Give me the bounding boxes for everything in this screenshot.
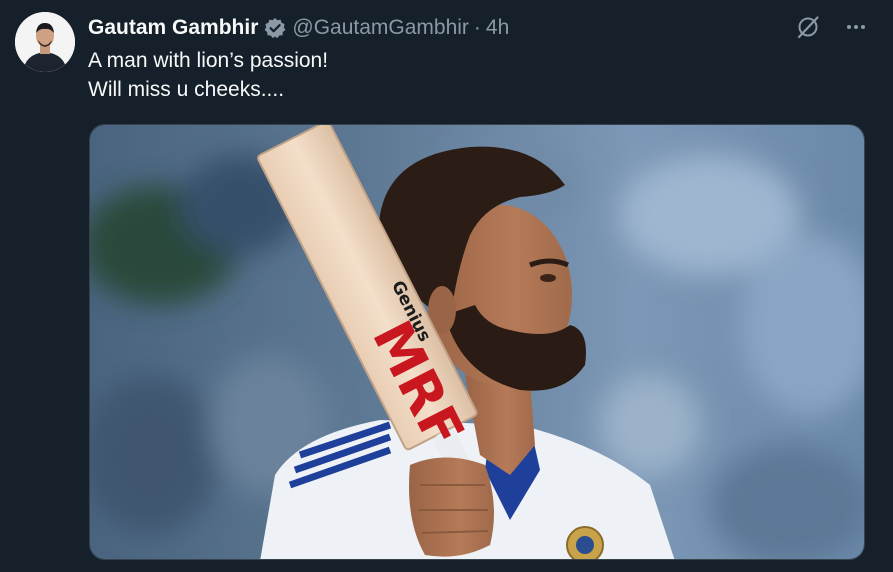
avatar[interactable]: [15, 12, 75, 72]
grok-icon[interactable]: [795, 14, 821, 40]
tweet-actions: [795, 14, 869, 40]
author-handle[interactable]: @GautamGambhir: [292, 16, 469, 40]
author-name[interactable]: Gautam Gambhir: [88, 16, 258, 40]
tweet[interactable]: Gautam Gambhir @GautamGambhir · 4h A man…: [0, 0, 893, 572]
verified-badge-icon: [264, 17, 286, 39]
more-options-icon[interactable]: [843, 14, 869, 40]
tweet-text: A man with lion’s passion! Will miss u c…: [88, 46, 328, 104]
timestamp[interactable]: 4h: [486, 16, 509, 40]
tweet-header: Gautam Gambhir @GautamGambhir · 4h: [88, 14, 509, 42]
separator-dot: ·: [473, 16, 481, 39]
tweet-text-line-1: A man with lion’s passion!: [88, 49, 329, 72]
tweet-media-photo[interactable]: MRF Genius: [89, 124, 865, 560]
tweet-text-line-2: Will miss u cheeks....: [88, 78, 285, 101]
